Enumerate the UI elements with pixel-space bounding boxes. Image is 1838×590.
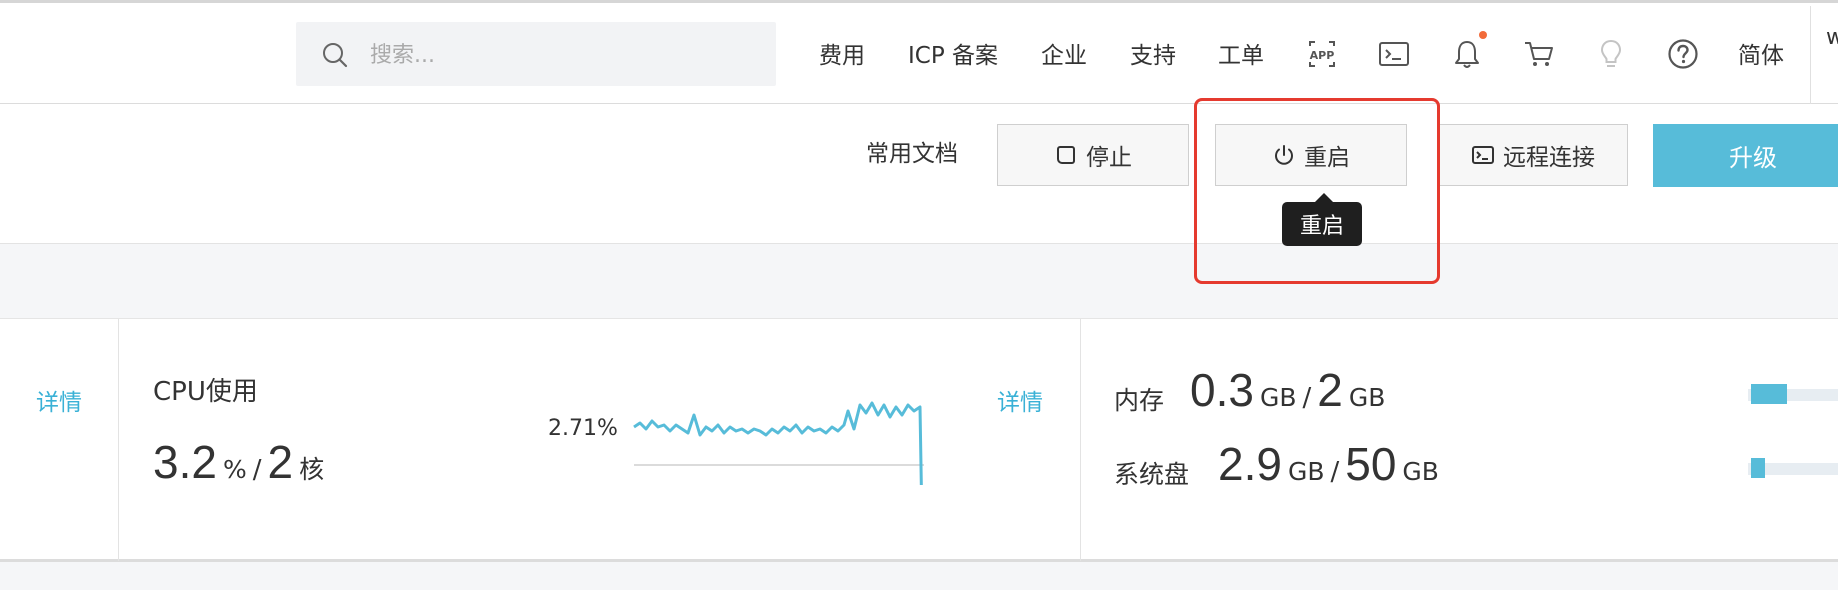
disk-separator: / — [1330, 457, 1340, 487]
divider — [118, 319, 119, 561]
cpu-separator: / — [252, 455, 262, 485]
tooltip-text: 重启 — [1299, 214, 1344, 239]
memory-usage-value: 0.3 GB/2 GB — [1190, 363, 1385, 417]
terminal-icon — [1472, 146, 1494, 164]
header-divider — [1810, 6, 1811, 106]
cpu-chart-label: 2.71% — [548, 416, 618, 441]
action-toolbar: 常用文档 停止 重启 远程连接 升级 重启 — [0, 104, 1838, 246]
cpu-total: 2 — [267, 436, 294, 488]
memory-total: 2 — [1317, 364, 1343, 416]
search-icon — [323, 43, 348, 68]
restart-tooltip: 重启 — [1282, 202, 1362, 246]
upgrade-label: 升级 — [1729, 144, 1777, 172]
cpu-value-unit: % — [222, 455, 247, 484]
divider — [1080, 319, 1081, 561]
nav-billing[interactable]: 费用 — [819, 41, 865, 71]
cpu-usage-value: 3.2%/2 核 — [153, 435, 324, 489]
remote-connect-label: 远程连接 — [1503, 145, 1595, 171]
metrics-panel: 详情 CPU使用 3.2%/2 核 2.71% 详情 内存 0.3 GB/2 GB 系… — [0, 318, 1838, 562]
stop-button[interactable]: 停止 — [997, 124, 1189, 186]
power-icon — [1275, 145, 1293, 165]
search-box[interactable] — [296, 22, 776, 88]
memory-used-unit: GB — [1259, 383, 1297, 412]
cpu-value: 3.2 — [153, 436, 217, 488]
svg-text:APP: APP — [1310, 49, 1335, 62]
terminal-icon[interactable] — [1377, 37, 1411, 71]
user-menu-truncated[interactable]: w — [1826, 25, 1838, 50]
detail-link-left[interactable]: 详情 — [36, 383, 82, 417]
memory-used: 0.3 — [1190, 364, 1254, 416]
cpu-title: CPU使用 — [153, 377, 258, 407]
common-docs-link[interactable]: 常用文档 — [866, 139, 958, 169]
memory-total-unit: GB — [1348, 383, 1386, 412]
disk-total: 50 — [1345, 438, 1397, 490]
cart-icon[interactable] — [1522, 37, 1556, 71]
disk-usage-value: 2.9 GB/50 GB — [1218, 437, 1439, 491]
memory-progress-fill — [1751, 384, 1787, 404]
help-icon[interactable] — [1666, 37, 1700, 71]
remote-connect-button[interactable]: 远程连接 — [1438, 124, 1628, 186]
restart-button-label: 重启 — [1304, 145, 1350, 171]
detail-link-cpu[interactable]: 详情 — [997, 383, 1043, 417]
notification-dot — [1479, 31, 1487, 39]
app-icon[interactable]: APP — [1305, 37, 1339, 71]
bell-icon[interactable] — [1450, 37, 1484, 71]
memory-label: 内存 — [1114, 386, 1165, 415]
stop-icon — [1057, 146, 1075, 164]
tooltip-arrow — [1315, 193, 1333, 202]
disk-progress-fill — [1751, 458, 1765, 478]
disk-used-unit: GB — [1287, 457, 1325, 486]
top-navigation-bar: 费用 ICP 备案 企业 支持 工单 APP — [0, 0, 1838, 106]
stop-button-label: 停止 — [1086, 145, 1132, 171]
nav-support[interactable]: 支持 — [1130, 41, 1176, 71]
sparkline-series — [633, 401, 923, 485]
disk-total-unit: GB — [1402, 457, 1439, 486]
nav-icp-filing[interactable]: ICP 备案 — [908, 41, 998, 71]
disk-used: 2.9 — [1218, 438, 1282, 490]
nav-tickets[interactable]: 工单 — [1218, 41, 1264, 71]
disk-label: 系统盘 — [1114, 460, 1190, 489]
nav-enterprise[interactable]: 企业 — [1041, 41, 1087, 71]
language-switcher[interactable]: 简体 — [1738, 41, 1784, 71]
memory-separator: / — [1302, 383, 1312, 413]
search-input[interactable] — [368, 22, 762, 88]
cpu-sparkline — [633, 401, 924, 485]
restart-button[interactable]: 重启 — [1215, 124, 1407, 186]
upgrade-button[interactable]: 升级 — [1653, 124, 1838, 187]
lightbulb-icon[interactable] — [1594, 37, 1628, 71]
cpu-total-unit: 核 — [299, 455, 325, 484]
